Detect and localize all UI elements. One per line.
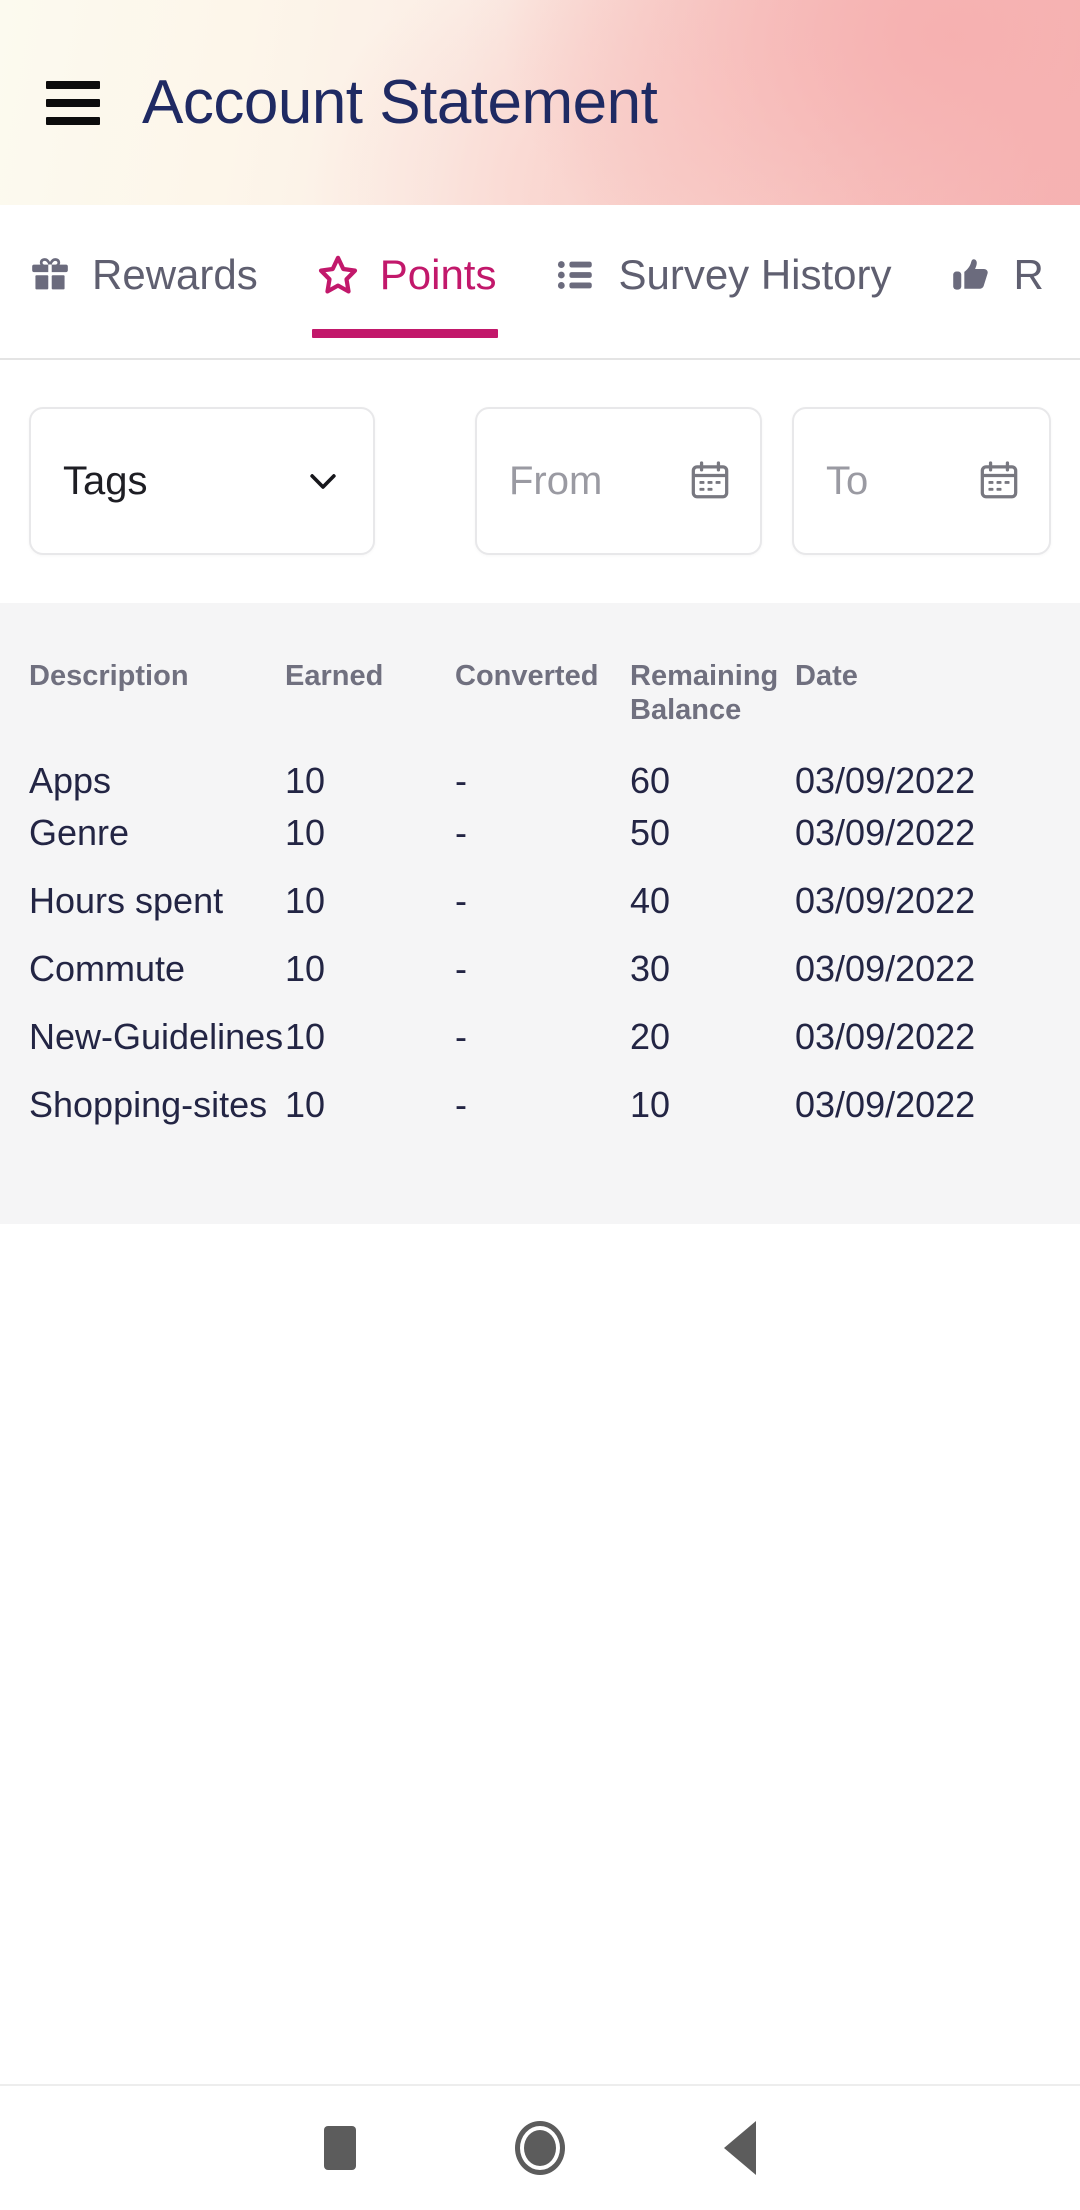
table-row[interactable]: Shopping-sites 10 - 10 03/09/2022: [0, 1071, 1080, 1139]
android-nav-bar: [0, 2084, 1080, 2210]
table-header-row: Description Earned Converted Remaining B…: [0, 603, 1080, 727]
to-date-field[interactable]: To: [792, 407, 1051, 555]
cell-earned: 10: [285, 880, 326, 922]
cell-description: Genre: [29, 812, 130, 854]
cell-remaining: 40: [630, 880, 671, 922]
recents-button[interactable]: [240, 2085, 440, 2210]
tab-referrals[interactable]: R: [920, 205, 1072, 358]
to-date-placeholder: To: [826, 459, 869, 503]
table-body: Apps 10 - 60 03/09/2022 Genre 10 - 50 03…: [0, 727, 1080, 1139]
tab-survey-history[interactable]: Survey History: [524, 205, 919, 358]
app-header: Account Statement: [0, 0, 1080, 205]
cell-converted: -: [455, 948, 467, 990]
cell-date: 03/09/2022: [795, 948, 976, 990]
tab-points[interactable]: Points: [286, 205, 525, 358]
cell-description: New-Guidelines: [29, 1016, 284, 1058]
tags-dropdown-label: Tags: [63, 459, 148, 503]
home-button[interactable]: [440, 2085, 640, 2210]
cell-converted: -: [455, 760, 467, 802]
page-title: Account Statement: [142, 67, 658, 137]
cell-remaining: 50: [630, 812, 671, 854]
cell-converted: -: [455, 880, 467, 922]
empty-content-area: [0, 1224, 1080, 2084]
column-header-date: Date: [795, 660, 858, 692]
cell-earned: 10: [285, 1016, 326, 1058]
tags-dropdown[interactable]: Tags: [29, 407, 375, 555]
table-row[interactable]: New-Guidelines 10 - 20 03/09/2022: [0, 1003, 1080, 1071]
cell-earned: 10: [285, 948, 326, 990]
cell-description: Apps: [29, 760, 112, 802]
table-row[interactable]: Genre 10 - 50 03/09/2022: [0, 799, 1080, 867]
thumbs-up-icon: [948, 251, 996, 299]
cell-date: 03/09/2022: [795, 880, 976, 922]
column-header-earned: Earned: [285, 660, 384, 692]
cell-converted: -: [455, 1016, 467, 1058]
filter-row: Tags From To: [0, 362, 1080, 602]
tab-label: Points: [379, 250, 497, 298]
cell-converted: -: [455, 812, 467, 854]
table-row[interactable]: Commute 10 - 30 03/09/2022: [0, 935, 1080, 1003]
tab-rewards[interactable]: Rewards: [0, 205, 286, 358]
cell-earned: 10: [285, 1084, 326, 1126]
chevron-down-icon: [301, 459, 345, 503]
calendar-icon[interactable]: [975, 457, 1023, 505]
home-circle-icon: [515, 2121, 565, 2175]
column-header-remaining-balance: Remaining Balance: [630, 660, 779, 727]
tab-label: Survey History: [618, 250, 892, 298]
gift-icon: [26, 251, 74, 299]
cell-converted: -: [455, 1084, 467, 1126]
from-date-field[interactable]: From: [475, 407, 762, 555]
cell-earned: 10: [285, 760, 326, 802]
recents-square-icon: [324, 2126, 356, 2170]
cell-description: Commute: [29, 948, 186, 990]
hamburger-menu-icon[interactable]: [46, 80, 100, 125]
column-header-converted: Converted: [455, 660, 599, 692]
tab-bar: Rewards Points Survey History R: [0, 205, 1080, 360]
cell-earned: 10: [285, 812, 326, 854]
cell-remaining: 20: [630, 1016, 671, 1058]
list-icon: [552, 251, 600, 299]
table-header: Description Earned Converted Remaining B…: [0, 603, 1080, 727]
cell-remaining: 30: [630, 948, 671, 990]
cell-description: Hours spent: [29, 880, 224, 922]
table-row[interactable]: Hours spent 10 - 40 03/09/2022: [0, 867, 1080, 935]
column-header-description: Description: [29, 660, 189, 692]
cell-date: 03/09/2022: [795, 812, 976, 854]
app-screen: Account Statement Rewards Points Survey …: [0, 0, 1080, 2210]
tab-label: R: [1013, 250, 1044, 298]
back-button[interactable]: [640, 2085, 840, 2210]
table-row[interactable]: Apps 10 - 60 03/09/2022: [0, 727, 1080, 799]
cell-remaining: 60: [630, 760, 671, 802]
points-table: Description Earned Converted Remaining B…: [0, 603, 1080, 1139]
calendar-icon[interactable]: [686, 457, 734, 505]
active-tab-indicator: [311, 329, 499, 338]
cell-date: 03/09/2022: [795, 760, 976, 802]
cell-remaining: 10: [630, 1084, 671, 1126]
back-triangle-icon: [724, 2121, 756, 2175]
cell-description: Shopping-sites: [29, 1084, 268, 1126]
star-icon: [314, 251, 362, 299]
cell-date: 03/09/2022: [795, 1016, 976, 1058]
tab-label: Rewards: [92, 250, 258, 298]
points-table-panel: Description Earned Converted Remaining B…: [0, 603, 1080, 1224]
cell-date: 03/09/2022: [795, 1084, 976, 1126]
from-date-placeholder: From: [509, 459, 603, 503]
